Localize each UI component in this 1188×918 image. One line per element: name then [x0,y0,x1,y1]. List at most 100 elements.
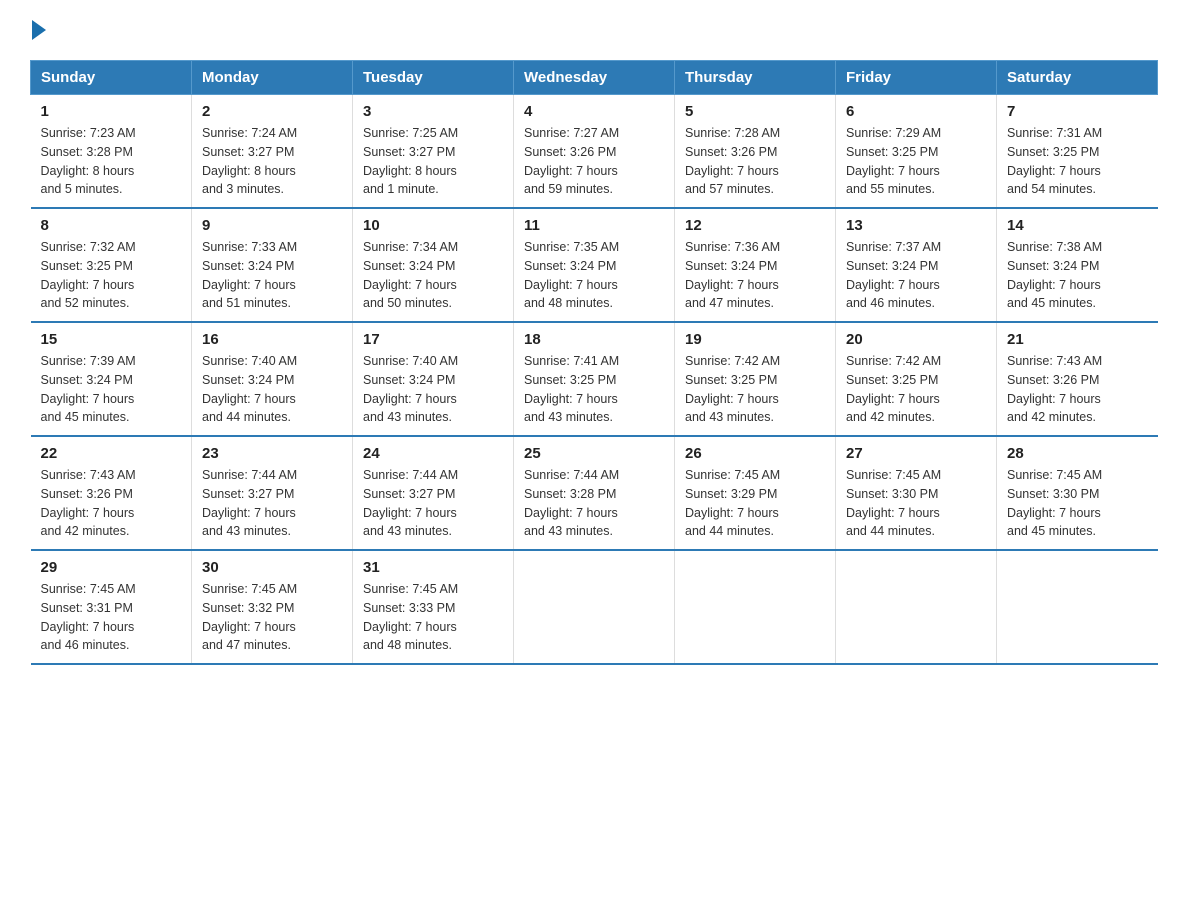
day-number: 11 [524,217,664,234]
day-number: 18 [524,331,664,348]
day-info: Sunrise: 7:41 AMSunset: 3:25 PMDaylight:… [524,352,664,427]
day-info: Sunrise: 7:45 AMSunset: 3:33 PMDaylight:… [363,580,503,655]
day-number: 13 [846,217,986,234]
calendar-cell: 25 Sunrise: 7:44 AMSunset: 3:28 PMDaylig… [514,436,675,550]
calendar-cell: 31 Sunrise: 7:45 AMSunset: 3:33 PMDaylig… [353,550,514,664]
day-number: 9 [202,217,342,234]
calendar-cell: 9 Sunrise: 7:33 AMSunset: 3:24 PMDayligh… [192,208,353,322]
calendar-cell: 16 Sunrise: 7:40 AMSunset: 3:24 PMDaylig… [192,322,353,436]
day-number: 17 [363,331,503,348]
day-number: 30 [202,559,342,576]
day-number: 7 [1007,103,1148,120]
day-number: 21 [1007,331,1148,348]
day-number: 5 [685,103,825,120]
calendar-cell: 28 Sunrise: 7:45 AMSunset: 3:30 PMDaylig… [997,436,1158,550]
day-number: 29 [41,559,182,576]
day-info: Sunrise: 7:44 AMSunset: 3:27 PMDaylight:… [202,466,342,541]
header-tuesday: Tuesday [353,61,514,95]
logo-arrow-icon [32,20,46,40]
calendar-cell: 17 Sunrise: 7:40 AMSunset: 3:24 PMDaylig… [353,322,514,436]
day-number: 6 [846,103,986,120]
calendar-cell: 24 Sunrise: 7:44 AMSunset: 3:27 PMDaylig… [353,436,514,550]
calendar-cell: 3 Sunrise: 7:25 AMSunset: 3:27 PMDayligh… [353,95,514,209]
calendar-cell: 7 Sunrise: 7:31 AMSunset: 3:25 PMDayligh… [997,95,1158,209]
day-info: Sunrise: 7:25 AMSunset: 3:27 PMDaylight:… [363,124,503,199]
day-number: 1 [41,103,182,120]
day-info: Sunrise: 7:39 AMSunset: 3:24 PMDaylight:… [41,352,182,427]
day-info: Sunrise: 7:34 AMSunset: 3:24 PMDaylight:… [363,238,503,313]
logo [30,20,48,40]
day-number: 27 [846,445,986,462]
day-number: 15 [41,331,182,348]
calendar-header: SundayMondayTuesdayWednesdayThursdayFrid… [31,61,1158,95]
calendar-cell: 18 Sunrise: 7:41 AMSunset: 3:25 PMDaylig… [514,322,675,436]
day-number: 8 [41,217,182,234]
day-info: Sunrise: 7:37 AMSunset: 3:24 PMDaylight:… [846,238,986,313]
day-number: 25 [524,445,664,462]
header-saturday: Saturday [997,61,1158,95]
week-row-4: 22 Sunrise: 7:43 AMSunset: 3:26 PMDaylig… [31,436,1158,550]
day-info: Sunrise: 7:23 AMSunset: 3:28 PMDaylight:… [41,124,182,199]
calendar-cell: 6 Sunrise: 7:29 AMSunset: 3:25 PMDayligh… [836,95,997,209]
calendar-cell [514,550,675,664]
calendar-cell: 4 Sunrise: 7:27 AMSunset: 3:26 PMDayligh… [514,95,675,209]
day-number: 28 [1007,445,1148,462]
calendar-cell: 11 Sunrise: 7:35 AMSunset: 3:24 PMDaylig… [514,208,675,322]
day-info: Sunrise: 7:43 AMSunset: 3:26 PMDaylight:… [41,466,182,541]
day-number: 26 [685,445,825,462]
day-info: Sunrise: 7:32 AMSunset: 3:25 PMDaylight:… [41,238,182,313]
calendar-body: 1 Sunrise: 7:23 AMSunset: 3:28 PMDayligh… [31,95,1158,665]
day-info: Sunrise: 7:42 AMSunset: 3:25 PMDaylight:… [685,352,825,427]
calendar-cell: 23 Sunrise: 7:44 AMSunset: 3:27 PMDaylig… [192,436,353,550]
day-info: Sunrise: 7:45 AMSunset: 3:32 PMDaylight:… [202,580,342,655]
week-row-1: 1 Sunrise: 7:23 AMSunset: 3:28 PMDayligh… [31,95,1158,209]
day-info: Sunrise: 7:36 AMSunset: 3:24 PMDaylight:… [685,238,825,313]
calendar-table: SundayMondayTuesdayWednesdayThursdayFrid… [30,60,1158,665]
day-info: Sunrise: 7:44 AMSunset: 3:28 PMDaylight:… [524,466,664,541]
day-info: Sunrise: 7:24 AMSunset: 3:27 PMDaylight:… [202,124,342,199]
header-friday: Friday [836,61,997,95]
day-number: 24 [363,445,503,462]
page-header [30,20,1158,40]
header-wednesday: Wednesday [514,61,675,95]
day-number: 16 [202,331,342,348]
calendar-cell: 30 Sunrise: 7:45 AMSunset: 3:32 PMDaylig… [192,550,353,664]
calendar-cell [836,550,997,664]
day-number: 31 [363,559,503,576]
day-number: 20 [846,331,986,348]
week-row-3: 15 Sunrise: 7:39 AMSunset: 3:24 PMDaylig… [31,322,1158,436]
day-number: 22 [41,445,182,462]
calendar-cell: 12 Sunrise: 7:36 AMSunset: 3:24 PMDaylig… [675,208,836,322]
day-info: Sunrise: 7:40 AMSunset: 3:24 PMDaylight:… [202,352,342,427]
day-info: Sunrise: 7:28 AMSunset: 3:26 PMDaylight:… [685,124,825,199]
logo-text [30,20,48,40]
calendar-cell: 10 Sunrise: 7:34 AMSunset: 3:24 PMDaylig… [353,208,514,322]
day-info: Sunrise: 7:44 AMSunset: 3:27 PMDaylight:… [363,466,503,541]
day-number: 14 [1007,217,1148,234]
calendar-cell: 1 Sunrise: 7:23 AMSunset: 3:28 PMDayligh… [31,95,192,209]
calendar-cell: 8 Sunrise: 7:32 AMSunset: 3:25 PMDayligh… [31,208,192,322]
day-number: 4 [524,103,664,120]
day-number: 10 [363,217,503,234]
calendar-cell: 22 Sunrise: 7:43 AMSunset: 3:26 PMDaylig… [31,436,192,550]
day-info: Sunrise: 7:31 AMSunset: 3:25 PMDaylight:… [1007,124,1148,199]
day-number: 2 [202,103,342,120]
calendar-cell: 20 Sunrise: 7:42 AMSunset: 3:25 PMDaylig… [836,322,997,436]
week-row-2: 8 Sunrise: 7:32 AMSunset: 3:25 PMDayligh… [31,208,1158,322]
day-info: Sunrise: 7:35 AMSunset: 3:24 PMDaylight:… [524,238,664,313]
day-number: 23 [202,445,342,462]
calendar-cell: 29 Sunrise: 7:45 AMSunset: 3:31 PMDaylig… [31,550,192,664]
day-info: Sunrise: 7:29 AMSunset: 3:25 PMDaylight:… [846,124,986,199]
day-info: Sunrise: 7:42 AMSunset: 3:25 PMDaylight:… [846,352,986,427]
calendar-cell: 27 Sunrise: 7:45 AMSunset: 3:30 PMDaylig… [836,436,997,550]
day-number: 3 [363,103,503,120]
calendar-cell: 14 Sunrise: 7:38 AMSunset: 3:24 PMDaylig… [997,208,1158,322]
day-info: Sunrise: 7:38 AMSunset: 3:24 PMDaylight:… [1007,238,1148,313]
day-info: Sunrise: 7:45 AMSunset: 3:31 PMDaylight:… [41,580,182,655]
day-info: Sunrise: 7:40 AMSunset: 3:24 PMDaylight:… [363,352,503,427]
day-info: Sunrise: 7:33 AMSunset: 3:24 PMDaylight:… [202,238,342,313]
header-thursday: Thursday [675,61,836,95]
calendar-cell: 19 Sunrise: 7:42 AMSunset: 3:25 PMDaylig… [675,322,836,436]
day-info: Sunrise: 7:43 AMSunset: 3:26 PMDaylight:… [1007,352,1148,427]
day-number: 12 [685,217,825,234]
